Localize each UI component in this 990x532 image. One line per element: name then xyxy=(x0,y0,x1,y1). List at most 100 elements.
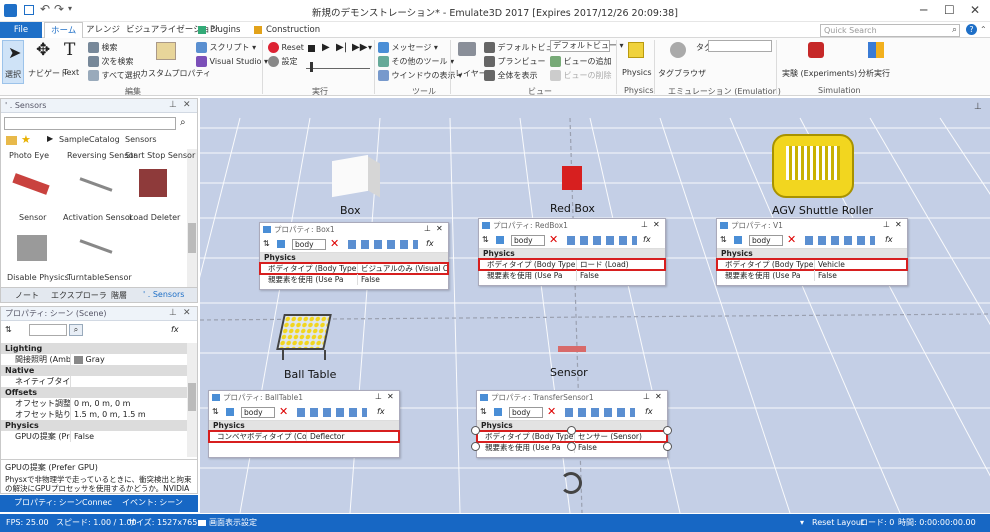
physics-button[interactable]: Physics xyxy=(620,40,652,84)
tab-file[interactable]: File xyxy=(0,22,42,38)
balltable-object[interactable] xyxy=(274,310,338,364)
pin-icon[interactable]: ⊥ xyxy=(643,392,650,401)
fast-forward-icon[interactable]: ▶▶ xyxy=(352,42,367,53)
tab-construction[interactable]: Construction xyxy=(260,22,326,38)
property-row[interactable]: オフセット貼り付け (Paste1.5 m, 0 m, 1.5 m xyxy=(1,409,187,420)
sort-icon[interactable]: ⇅ xyxy=(480,407,487,416)
fx-icon[interactable]: fx xyxy=(643,235,651,244)
speed-slider-handle[interactable] xyxy=(310,62,313,72)
breadcrumb-sensors[interactable]: Sensors xyxy=(125,135,157,144)
scene-filter-input[interactable] xyxy=(29,324,67,336)
close-icon[interactable]: ✕ xyxy=(970,3,980,17)
catalog-search-icon[interactable]: ⌕ xyxy=(180,117,186,128)
nav-arrow-icon[interactable]: ▶ xyxy=(47,134,53,143)
scene-scrollbar[interactable] xyxy=(187,343,197,457)
search-button[interactable]: 検索 xyxy=(88,42,118,53)
navigate-button[interactable]: ✥ ナビゲート xyxy=(28,40,68,84)
close-icon[interactable]: ✕ xyxy=(387,392,394,401)
filter-input[interactable]: body xyxy=(292,239,326,250)
fx-icon[interactable]: fx xyxy=(377,407,385,416)
category-icon[interactable] xyxy=(496,236,504,244)
add-view-button[interactable]: ビューの追加 xyxy=(550,56,612,67)
rotate-gizmo-icon[interactable] xyxy=(560,472,582,494)
resize-handle[interactable] xyxy=(567,426,576,435)
sort-icon[interactable]: ⇅ xyxy=(5,325,12,334)
sensor-object[interactable] xyxy=(558,346,586,352)
speed-slider[interactable] xyxy=(306,68,370,72)
maximize-icon[interactable]: ☐ xyxy=(944,3,955,17)
tab-notes[interactable]: ノート xyxy=(15,290,39,301)
resize-handle[interactable] xyxy=(471,426,480,435)
toolbar-icons[interactable] xyxy=(297,408,367,417)
use-parent-row[interactable]: 親要素を使用 (Use Pa False xyxy=(260,274,448,285)
layer-button[interactable]: レイヤー xyxy=(454,40,487,84)
catalog-item-turntable-sensor[interactable] xyxy=(77,229,117,269)
scene-pin-icon[interactable]: ⊥ xyxy=(169,308,177,318)
script-button[interactable]: スクリプト ▾ xyxy=(196,42,256,53)
display-icon[interactable] xyxy=(198,520,206,526)
reset-button[interactable]: Reset xyxy=(268,42,304,53)
minimize-icon[interactable]: ─ xyxy=(920,3,927,17)
display-settings-button[interactable]: 画面表示設定 xyxy=(209,514,257,532)
experiments-button[interactable]: 実験 (Experiments) xyxy=(780,40,857,84)
category-icon[interactable] xyxy=(226,408,234,416)
show-all-button[interactable]: 全体を表示 xyxy=(484,70,538,81)
tab-home[interactable]: ホーム xyxy=(44,22,84,38)
pin-icon[interactable]: ⊥ xyxy=(424,224,431,233)
catalog-search-input[interactable] xyxy=(4,117,176,130)
catalog-item-sensor[interactable] xyxy=(12,167,53,207)
panel-close-icon[interactable]: ✕ xyxy=(183,100,191,110)
delete-view-button[interactable]: ビューの削除 xyxy=(550,70,612,81)
stop-icon[interactable] xyxy=(308,45,315,52)
catalog-item-load-deleter[interactable] xyxy=(133,167,173,207)
body-type-row[interactable]: ボディタイプ (Body Type)ビジュアルのみ (Visual Only) xyxy=(259,262,449,275)
resize-handle[interactable] xyxy=(567,442,576,451)
use-parent-row[interactable]: 親要素を使用 (Use Pa False xyxy=(717,270,907,281)
default-view-select[interactable]: デフォルトビュー ▾ xyxy=(550,40,624,52)
message-button[interactable]: メッセージ ▾ xyxy=(378,42,438,53)
clear-filter-icon[interactable]: ✕ xyxy=(549,234,558,246)
pin-icon[interactable]: ⊥ xyxy=(641,220,648,229)
tag-input[interactable] xyxy=(708,40,772,52)
filter-input[interactable]: body xyxy=(749,235,783,246)
search-icon[interactable]: ⌕ xyxy=(952,25,957,35)
property-row[interactable]: 間接照明 (Ambient Lic Gray xyxy=(1,354,187,365)
filter-input[interactable]: body xyxy=(241,407,275,418)
reset-layout-button[interactable]: Reset Layout xyxy=(812,514,864,532)
quick-search-input[interactable]: Quick Search xyxy=(820,24,960,37)
text-button[interactable]: T Text xyxy=(60,40,82,84)
breadcrumb-samplecatalog[interactable]: SampleCatalog xyxy=(59,135,120,144)
category-icon[interactable] xyxy=(734,236,742,244)
conveyor-body-type-row[interactable]: コンベヤボディタイプ (ConDeflector xyxy=(208,430,400,443)
tab-plugins[interactable]: Plugins xyxy=(204,22,246,38)
clear-filter-icon[interactable]: ✕ xyxy=(787,234,796,246)
settings-button[interactable]: 設定 xyxy=(268,56,298,67)
fx-icon[interactable]: fx xyxy=(426,239,434,248)
plan-view-button[interactable]: プランビュー xyxy=(484,56,546,67)
box-object[interactable] xyxy=(330,150,380,200)
catalog-item-activation-sensor[interactable] xyxy=(77,167,117,207)
sort-icon[interactable]: ⇅ xyxy=(212,407,219,416)
analysis-button[interactable]: 分析実行 xyxy=(856,40,896,84)
fx-icon[interactable]: fx xyxy=(885,235,893,244)
category-icon[interactable] xyxy=(277,240,285,248)
property-row[interactable]: オフセット調整 (Align O0 m, 0 m, 0 m xyxy=(1,398,187,409)
tab-explorer[interactable]: エクスプローラ xyxy=(51,290,107,301)
toolbar-icons[interactable] xyxy=(348,240,418,249)
search-next-button[interactable]: 次を検索 xyxy=(88,56,134,67)
filter-input[interactable]: body xyxy=(509,407,543,418)
catalog-scrollbar[interactable] xyxy=(187,149,197,289)
close-icon[interactable]: ✕ xyxy=(895,220,902,229)
sort-icon[interactable]: ⇅ xyxy=(482,235,489,244)
close-icon[interactable]: ✕ xyxy=(436,224,443,233)
tab-sensors[interactable]: ' . Sensors xyxy=(143,290,184,299)
tag-browser-button[interactable]: タグブラウザ xyxy=(658,40,706,84)
clear-filter-icon[interactable]: ✕ xyxy=(279,406,288,418)
pin-icon[interactable]: ⊥ xyxy=(375,392,382,401)
clear-filter-icon[interactable]: ✕ xyxy=(330,238,339,250)
tab-hierarchy[interactable]: 階層 xyxy=(111,290,127,301)
sort-icon[interactable]: ⇅ xyxy=(263,239,270,248)
property-row[interactable]: GPUの提案 (Prefer GPFalse xyxy=(1,431,187,442)
use-parent-row[interactable]: 親要素を使用 (Use Pa False xyxy=(479,270,665,281)
scene-close-icon[interactable]: ✕ xyxy=(183,308,191,318)
